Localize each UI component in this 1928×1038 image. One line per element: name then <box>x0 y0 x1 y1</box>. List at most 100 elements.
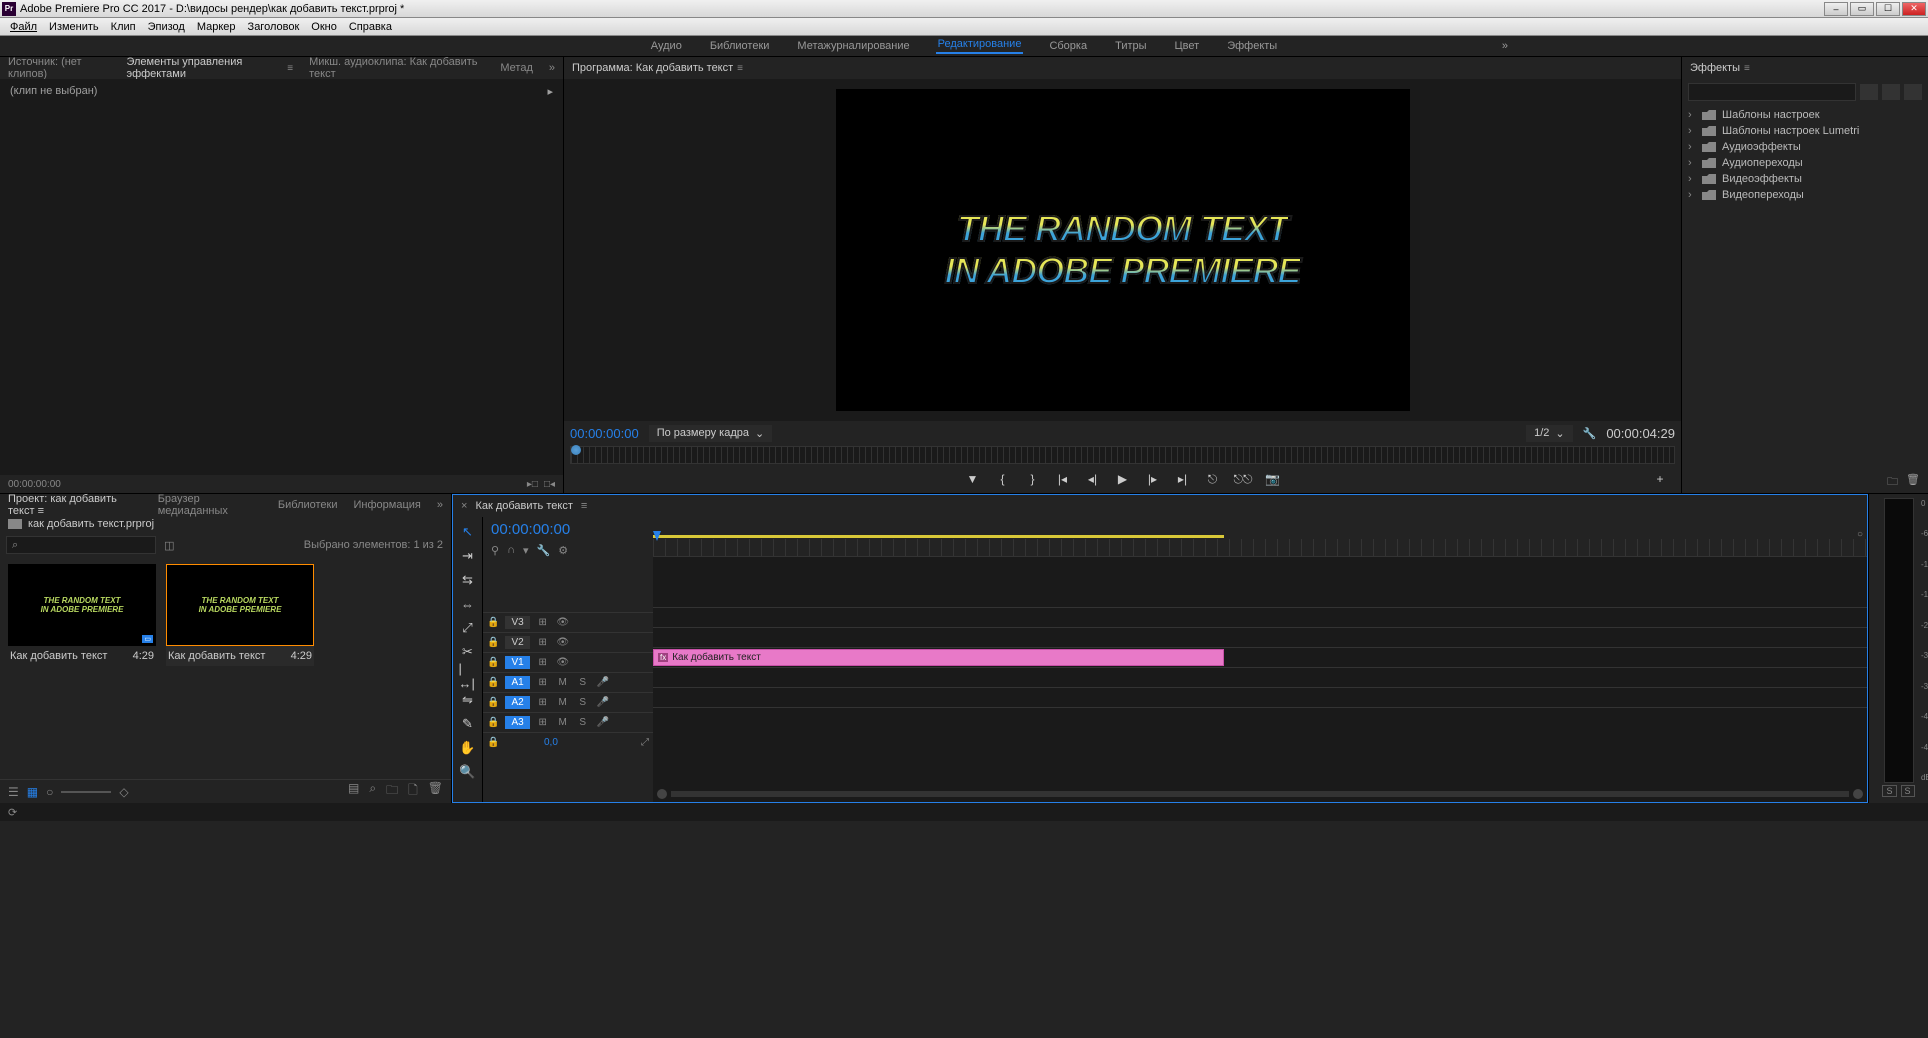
menu-file[interactable]: Файл <box>4 21 43 33</box>
effects-search-input[interactable] <box>1688 83 1856 101</box>
video-track-lane[interactable]: fx Как добавить текст <box>653 647 1867 667</box>
workspace-audio[interactable]: Аудио <box>649 40 684 52</box>
panel-menu-icon[interactable]: ≡ <box>737 63 743 74</box>
workspace-effects[interactable]: Эффекты <box>1225 40 1279 52</box>
sync-lock-icon[interactable]: ⊞ <box>536 677 550 688</box>
eye-icon[interactable]: 👁 <box>556 637 570 648</box>
voice-over-icon[interactable]: 🎤 <box>596 677 610 688</box>
new-bin-icon[interactable]: 🗀 <box>1887 473 1898 493</box>
master-level[interactable]: 0,0 <box>544 737 558 748</box>
add-marker-toggle[interactable]: ▾ <box>523 544 529 560</box>
timeline-wrench[interactable]: ⚙ <box>558 544 568 560</box>
program-viewer[interactable]: THE RANDOM TEXT IN ADOBE PREMIERE <box>564 79 1681 421</box>
mark-out-button[interactable]: } <box>1024 472 1042 486</box>
maximize-button[interactable]: ☐ <box>1876 2 1900 16</box>
play-button[interactable]: ▶ <box>1114 472 1132 486</box>
thumbnail-size-slider[interactable] <box>61 791 111 793</box>
track-name[interactable]: A3 <box>505 716 529 729</box>
project-item[interactable]: THE RANDOM TEXTIN ADOBE PREMIERE Как доб… <box>166 564 314 666</box>
tab-overflow[interactable]: » <box>549 62 555 74</box>
step-forward-button[interactable]: |▸ <box>1144 472 1162 486</box>
effects-node-audio-effects[interactable]: ›Аудиоэффекты <box>1682 139 1928 155</box>
timeline-horizontal-scroll[interactable] <box>653 786 1867 802</box>
program-playhead[interactable] <box>571 445 581 455</box>
list-view-button[interactable]: ☰ <box>8 785 19 799</box>
rate-stretch-tool[interactable]: ⤢ <box>459 619 477 637</box>
timeline-settings[interactable]: 🔧 <box>537 544 551 560</box>
track-name[interactable]: A1 <box>505 676 529 689</box>
hand-tool[interactable]: ✋ <box>459 739 477 757</box>
source-timecode[interactable]: 00:00:00:00 <box>8 479 61 490</box>
voice-over-icon[interactable]: 🎤 <box>596 717 610 728</box>
timeline-ruler[interactable]: ○ <box>653 517 1867 557</box>
effects-node-video-effects[interactable]: ›Видеоэффекты <box>1682 171 1928 187</box>
workspace-overflow[interactable]: » <box>1502 40 1508 52</box>
project-thumbnail[interactable]: THE RANDOM TEXTIN ADOBE PREMIERE ▭ <box>8 564 156 646</box>
tab-program[interactable]: Программа: Как добавить текст ≡ <box>572 62 743 74</box>
tab-project[interactable]: Проект: как добавить текст ≡ <box>8 493 142 517</box>
timeline-timecode[interactable]: 00:00:00:00 <box>483 517 653 542</box>
sync-lock-icon[interactable]: ⊞ <box>536 617 550 628</box>
snap-toggle[interactable]: ⚲ <box>491 544 499 560</box>
timeline-tab[interactable]: Как добавить текст <box>475 500 572 512</box>
zoom-scroll-handle[interactable]: ○ <box>1857 529 1863 540</box>
lock-icon[interactable]: 🔒 <box>487 697 499 708</box>
auto-match-icon[interactable]: ▤ <box>348 781 359 802</box>
workspace-metalogging[interactable]: Метажурналирование <box>795 40 911 52</box>
sync-lock-icon[interactable]: ⊞ <box>536 637 550 648</box>
project-filter-icon[interactable]: ◫ <box>164 539 174 552</box>
audio-meter[interactable]: 0-6-12-18-24-30-36-42-48dB <box>1884 498 1914 783</box>
rolling-edit-tool[interactable]: ⇔ <box>459 595 477 613</box>
solo-button[interactable]: S <box>576 697 590 708</box>
menu-marker[interactable]: Маркер <box>191 21 242 33</box>
menu-sequence[interactable]: Эпизод <box>142 21 191 33</box>
project-item[interactable]: THE RANDOM TEXTIN ADOBE PREMIERE ▭ Как д… <box>8 564 156 666</box>
menu-help[interactable]: Справка <box>343 21 398 33</box>
track-name[interactable]: V1 <box>505 656 529 669</box>
audio-track-lane[interactable] <box>653 707 1867 727</box>
track-select-tool[interactable]: ⇥ <box>459 547 477 565</box>
tab-audio-clip-mixer[interactable]: Микш. аудиоклипа: Как добавить текст <box>309 56 484 80</box>
solo-left-button[interactable]: S <box>1882 785 1896 797</box>
lock-icon[interactable]: 🔒 <box>487 677 499 688</box>
lock-icon[interactable]: 🔒 <box>487 717 499 728</box>
lock-icon[interactable]: 🔒 <box>487 617 499 628</box>
razor-tool[interactable]: ✂ <box>459 643 477 661</box>
track-name[interactable]: V2 <box>505 636 529 649</box>
program-ruler[interactable] <box>570 446 1675 464</box>
tab-effects[interactable]: Эффекты ≡ <box>1690 62 1750 74</box>
work-area-bar[interactable] <box>653 535 1224 538</box>
eye-icon[interactable]: 👁 <box>556 657 570 668</box>
expand-arrow-icon[interactable]: ▸ <box>547 85 553 98</box>
mark-in-button[interactable]: { <box>994 472 1012 486</box>
sync-lock-icon[interactable]: ⊞ <box>536 697 550 708</box>
tab-media-browser[interactable]: Браузер медиаданных <box>158 493 262 517</box>
selection-tool[interactable]: ↖ <box>459 523 477 541</box>
timeline-tracks-area[interactable]: ○ fx Как добавить текст <box>653 517 1867 802</box>
tab-libraries[interactable]: Библиотеки <box>278 499 338 511</box>
effects-node-video-transitions[interactable]: ›Видеопереходы <box>1682 187 1928 203</box>
workspace-color[interactable]: Цвет <box>1173 40 1202 52</box>
source-footer-icon2[interactable]: □◂ <box>544 479 555 490</box>
video-track-lane[interactable] <box>653 607 1867 627</box>
video-track-lane[interactable] <box>653 627 1867 647</box>
scroll-handle-right[interactable] <box>1853 789 1863 799</box>
project-thumbnail[interactable]: THE RANDOM TEXTIN ADOBE PREMIERE <box>166 564 314 646</box>
add-marker-button[interactable]: ▼ <box>964 472 982 486</box>
project-search-input[interactable] <box>6 536 156 554</box>
mute-button[interactable]: M <box>556 717 570 728</box>
tab-effect-controls[interactable]: Элементы управления эффектами ≡ <box>126 56 293 80</box>
solo-button[interactable]: S <box>576 677 590 688</box>
effects-preset-icon2[interactable] <box>1882 84 1900 100</box>
mute-button[interactable]: M <box>556 677 570 688</box>
program-resolution-dropdown[interactable]: 1/2⌄ <box>1526 425 1573 442</box>
track-name[interactable]: V3 <box>505 616 529 629</box>
zoom-tool[interactable]: 🔍 <box>459 763 477 781</box>
effects-preset-icon1[interactable] <box>1860 84 1878 100</box>
audio-track-lane[interactable] <box>653 667 1867 687</box>
lock-icon[interactable]: 🔒 <box>487 637 499 648</box>
program-timecode-left[interactable]: 00:00:00:00 <box>570 426 639 441</box>
extract-button[interactable]: ⎋⎋ <box>1234 472 1252 487</box>
step-back-button[interactable]: ◂| <box>1084 472 1102 486</box>
go-to-out-button[interactable]: ▸| <box>1174 472 1192 486</box>
